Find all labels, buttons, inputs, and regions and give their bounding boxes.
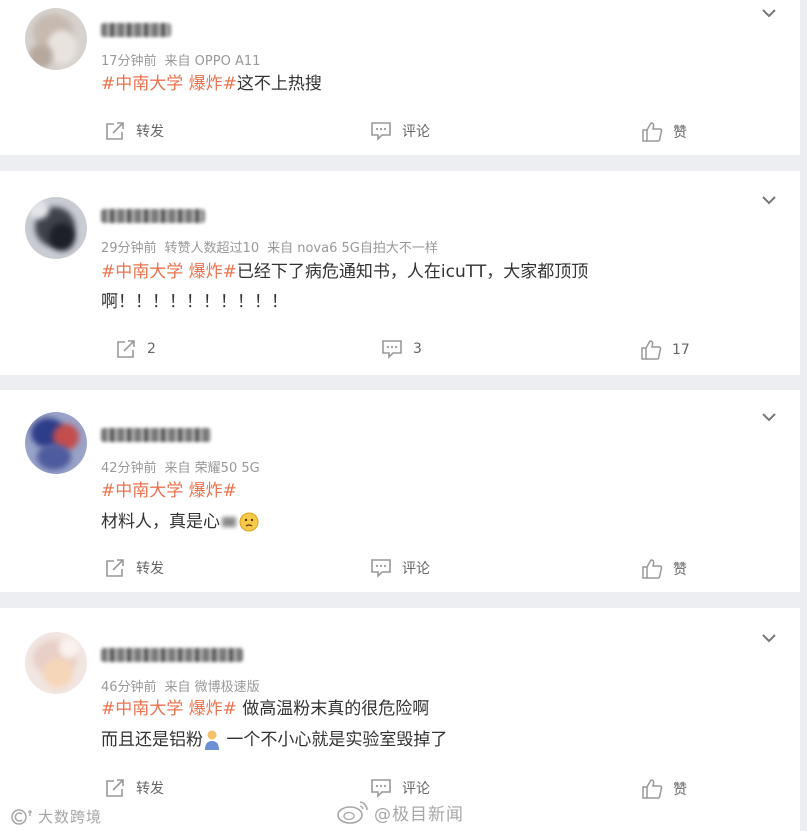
chevron-down-icon[interactable] bbox=[760, 4, 778, 22]
comment-feed: 17分钟前 来自 OPPO A11 #中南大学 爆炸#这不上热搜 转发 评论 赞 … bbox=[0, 0, 807, 831]
like-label: 赞 bbox=[673, 562, 687, 578]
watermark-left-text: 大数跨境 bbox=[38, 808, 103, 826]
comment-text: #中南大学 爆炸#这不上热搜 bbox=[101, 69, 322, 99]
repost-icon bbox=[106, 122, 124, 140]
repost-icon bbox=[106, 559, 124, 577]
comment-button[interactable]: 评论 bbox=[370, 778, 430, 798]
chevron-down-icon[interactable] bbox=[760, 191, 778, 209]
comment-card: 46分钟前 来自 微博极速版 #中南大学 爆炸# 做高温粉末真的很危险啊 而且还是… bbox=[0, 608, 800, 831]
comment-card: 17分钟前 来自 OPPO A11 #中南大学 爆炸#这不上热搜 转发 评论 赞 bbox=[0, 0, 800, 155]
repost-count: 2 bbox=[147, 341, 156, 357]
repost-label: 转发 bbox=[136, 124, 164, 140]
comment-text-line2: 啊！！！！！！！！！！ bbox=[101, 292, 288, 312]
comment-text: #中南大学 爆炸# bbox=[101, 476, 237, 506]
comment-time: 29分钟前 bbox=[101, 241, 157, 256]
comment-text: #中南大学 爆炸#已经下了病危通知书，人在icuTT，大家都顶顶 bbox=[101, 257, 588, 287]
like-icon bbox=[642, 779, 663, 799]
weibo-logo-icon bbox=[337, 801, 368, 824]
like-button[interactable]: 赞 bbox=[641, 121, 687, 143]
comment-label: 评论 bbox=[402, 124, 430, 140]
comment-icon bbox=[371, 122, 391, 141]
chevron-down-icon[interactable] bbox=[760, 408, 778, 426]
repost-button[interactable]: 转发 bbox=[104, 121, 164, 141]
repost-icon bbox=[117, 340, 135, 358]
repost-button[interactable]: 转发 bbox=[104, 558, 164, 578]
comment-time: 46分钟前 bbox=[101, 680, 157, 695]
comment-meta: 17分钟前 来自 OPPO A11 bbox=[101, 50, 260, 69]
comment-extra: 转赞人数超过10 bbox=[164, 241, 260, 256]
username-blurred[interactable] bbox=[101, 428, 211, 442]
comment-icon bbox=[371, 779, 391, 798]
like-icon bbox=[642, 559, 663, 579]
like-count: 17 bbox=[672, 342, 690, 358]
comment-button[interactable]: 3 bbox=[381, 339, 422, 359]
comment-body-a: 而且还是铝粉 bbox=[101, 730, 203, 750]
blurred-emoji bbox=[222, 517, 236, 527]
comment-body: 做高温粉末真的很危险啊 bbox=[236, 699, 430, 719]
like-label: 赞 bbox=[673, 782, 687, 798]
like-button[interactable]: 赞 bbox=[641, 778, 687, 800]
like-button[interactable]: 17 bbox=[640, 339, 690, 361]
repost-label: 转发 bbox=[136, 561, 164, 577]
avatar[interactable] bbox=[25, 197, 87, 259]
comment-meta: 46分钟前 来自 微博极速版 bbox=[101, 676, 260, 695]
repost-button[interactable]: 转发 bbox=[104, 778, 164, 798]
comment-count: 3 bbox=[413, 341, 422, 357]
like-icon bbox=[642, 122, 663, 142]
hashtag-link[interactable]: #中南大学 爆炸# bbox=[101, 481, 237, 501]
copyright-logo-icon bbox=[11, 808, 32, 825]
comment-button[interactable]: 评论 bbox=[370, 121, 430, 141]
comment-icon bbox=[382, 340, 402, 359]
comment-body: 材料人，真是心 bbox=[101, 512, 220, 532]
username-blurred[interactable] bbox=[101, 23, 171, 37]
comment-text-line2: 材料人，真是心 bbox=[101, 507, 260, 537]
comment-body-b: 一个不小心就是实验室毁掉了 bbox=[221, 730, 448, 750]
comment-meta: 42分钟前 来自 荣耀50 5G bbox=[101, 457, 260, 476]
comment-body: 这不上热搜 bbox=[236, 74, 322, 94]
comment-button[interactable]: 评论 bbox=[370, 558, 430, 578]
repost-icon bbox=[106, 779, 124, 797]
comment-source: 来自 OPPO A11 bbox=[164, 54, 261, 69]
comment-time: 17分钟前 bbox=[101, 54, 157, 69]
comment-meta: 29分钟前 转赞人数超过10 来自 nova6 5G自拍大不一样 bbox=[101, 237, 438, 256]
comment-text-line2: 而且还是铝粉 一个不小心就是实验室毁掉了 bbox=[101, 725, 447, 755]
watermark-left: 大数跨境 bbox=[10, 806, 102, 827]
avatar[interactable] bbox=[25, 412, 87, 474]
comment-card: 29分钟前 转赞人数超过10 来自 nova6 5G自拍大不一样 #中南大学 爆炸#… bbox=[0, 171, 800, 375]
hashtag-link[interactable]: #中南大学 爆炸# bbox=[101, 262, 237, 282]
comment-source: 来自 微博极速版 bbox=[164, 680, 260, 695]
hashtag-link[interactable]: #中南大学 爆炸# bbox=[101, 699, 237, 719]
like-icon bbox=[641, 340, 662, 360]
comment-text: #中南大学 爆炸# 做高温粉末真的很危险啊 bbox=[101, 694, 429, 724]
comment-body: 已经下了病危通知书，人在icuTT，大家都顶顶 bbox=[236, 262, 589, 282]
avatar[interactable] bbox=[25, 632, 87, 694]
username-blurred[interactable] bbox=[101, 648, 243, 662]
username-blurred[interactable] bbox=[101, 209, 205, 223]
like-label: 赞 bbox=[673, 125, 687, 141]
comment-label: 评论 bbox=[402, 561, 430, 577]
comment-time: 42分钟前 bbox=[101, 461, 157, 476]
like-button[interactable]: 赞 bbox=[641, 558, 687, 580]
comment-icon bbox=[371, 559, 391, 578]
chevron-down-icon[interactable] bbox=[760, 629, 778, 647]
comment-source: 来自 荣耀50 5G bbox=[164, 461, 260, 476]
person-emoji-icon bbox=[205, 730, 219, 750]
thinking-emoji-icon bbox=[239, 512, 259, 532]
repost-button[interactable]: 2 bbox=[115, 339, 156, 359]
watermark-right: @极目新闻 bbox=[336, 799, 464, 825]
watermark-right-text: @极目新闻 bbox=[374, 804, 464, 825]
hashtag-link[interactable]: #中南大学 爆炸# bbox=[101, 74, 237, 94]
repost-label: 转发 bbox=[136, 781, 164, 797]
comment-label: 评论 bbox=[402, 781, 430, 797]
avatar[interactable] bbox=[25, 8, 87, 70]
comment-source: 来自 nova6 5G自拍大不一样 bbox=[267, 241, 438, 256]
comment-card: 42分钟前 来自 荣耀50 5G #中南大学 爆炸# 材料人，真是心 转发 评论 … bbox=[0, 390, 800, 592]
